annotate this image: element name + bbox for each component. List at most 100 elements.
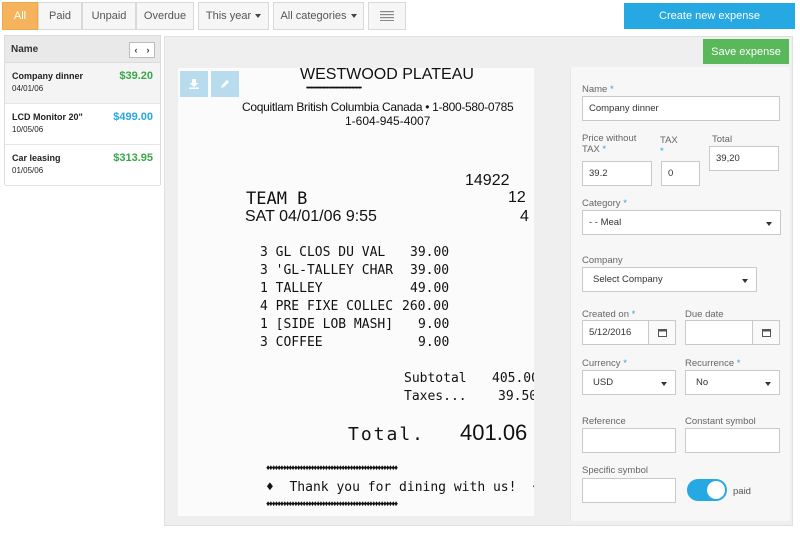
tab-all[interactable]: All	[2, 2, 38, 30]
recurrence-label: Recurrence *	[685, 358, 741, 369]
tab-paid[interactable]: Paid	[38, 2, 82, 30]
list-item-date: 04/01/06	[12, 84, 44, 93]
receipt-item-desc: 3 'GL-TALLEY CHAR	[260, 263, 394, 278]
tax-field[interactable]: 0	[661, 161, 700, 186]
download-icon	[189, 79, 199, 89]
edit-button[interactable]	[211, 71, 239, 97]
name-label: Name *	[582, 84, 614, 95]
paid-toggle[interactable]	[687, 479, 727, 501]
calendar-icon	[657, 329, 667, 337]
specific-symbol-field[interactable]	[582, 478, 676, 503]
calendar-button[interactable]	[648, 321, 675, 344]
chevron-right-icon[interactable]: ›	[147, 45, 150, 55]
chevron-down-icon	[350, 14, 357, 18]
category-dropdown[interactable]: All categories	[273, 2, 364, 30]
list-header: Name ‹ ›	[5, 36, 160, 63]
receipt-divider: ♦♦♦♦♦♦♦♦♦♦♦♦♦♦♦♦♦♦♦♦♦♦♦♦♦♦♦♦♦♦♦♦♦♦♦♦♦♦♦♦…	[266, 499, 398, 508]
receipt-subtotal: 405.00	[492, 371, 534, 386]
receipt-divider: ♦♦♦♦♦♦♦♦♦♦♦♦♦♦♦♦♦♦♦♦♦♦♦♦♦♦♦♦♦♦♦♦♦♦♦♦♦♦♦♦…	[266, 463, 398, 472]
chevron-down-icon	[742, 279, 748, 283]
tax-label: TAX *	[660, 135, 678, 157]
receipt-item-desc: 3 COFFEE	[260, 335, 323, 350]
category-label: Category *	[582, 198, 627, 209]
list-item-name: Car leasing	[12, 153, 61, 163]
calendar-icon	[761, 329, 771, 337]
receipt-taxes-label: Taxes...	[404, 389, 467, 404]
list-header-label: Name	[11, 44, 39, 55]
constant-symbol-field[interactable]	[685, 428, 780, 453]
chevron-down-icon	[766, 222, 772, 226]
list-item-date: 10/05/06	[12, 125, 44, 134]
create-expense-button[interactable]: Create new expense	[624, 3, 795, 29]
category-select[interactable]: - - Meal	[582, 210, 781, 235]
list-item-date: 01/05/06	[12, 166, 44, 175]
total-field[interactable]: 39,20	[709, 146, 779, 171]
receipt-item-desc: 1 [SIDE LOB MASH]	[260, 317, 394, 332]
list-item-amount: $499.00	[113, 111, 153, 123]
created-on-value: 5/12/2016	[589, 327, 632, 338]
columns-toggle-button[interactable]	[368, 2, 406, 30]
chevron-down-icon	[255, 14, 262, 18]
chevron-down-icon	[765, 382, 771, 386]
receipt-item-desc: 1 TALLEY	[260, 281, 323, 296]
download-button[interactable]	[180, 71, 208, 97]
price-field[interactable]: 39.2	[582, 161, 652, 186]
constant-symbol-label: Constant symbol	[685, 416, 756, 427]
due-date-field[interactable]	[685, 320, 780, 345]
category-value: - - Meal	[589, 217, 622, 228]
created-on-field[interactable]: 5/12/2016	[582, 320, 676, 345]
receipt-item-desc: 4 PRE FIXE COLLEC	[260, 299, 394, 314]
toggle-knob	[707, 481, 725, 499]
company-select[interactable]: Select Company	[582, 267, 757, 292]
currency-select[interactable]: USD	[582, 370, 676, 395]
receipt-thanks: ♦ Thank you for dining with us! ♦	[266, 480, 534, 495]
receipt-phone: 1-604-945-4007	[345, 114, 431, 128]
receipt-check-number: 14922	[465, 172, 510, 189]
reference-field[interactable]	[582, 428, 676, 453]
filter-toolbar: All Paid Unpaid Overdue This year All ca…	[0, 0, 800, 35]
currency-value: USD	[593, 377, 614, 388]
receipt-total-label: Total.	[348, 424, 426, 445]
receipt-business-name: WESTWOOD PLATEAU	[300, 68, 474, 83]
due-date-label: Due date	[685, 309, 724, 320]
price-label: Price without TAX *	[582, 133, 637, 155]
tab-overdue[interactable]: Overdue	[136, 2, 194, 30]
currency-label: Currency *	[582, 358, 627, 369]
receipt-item-desc: 3 GL CLOS DU VAL	[260, 245, 386, 260]
receipt-item-price: 9.00	[418, 335, 450, 350]
total-label: Total	[712, 134, 733, 145]
created-on-label: Created on *	[582, 309, 636, 320]
pencil-icon	[221, 80, 229, 88]
calendar-button[interactable]	[752, 321, 779, 344]
receipt-image: WESTWOOD PLATEAU •••••••••••••••••••••••…	[178, 68, 534, 516]
list-item-name: Company dinner	[12, 71, 84, 81]
list-item[interactable]: LCD Monitor 20" 10/05/06 $499.00	[5, 104, 160, 145]
receipt-item-price: 39.00	[410, 245, 450, 260]
list-item-amount: $39.20	[119, 70, 153, 82]
save-expense-button[interactable]: Save expense	[703, 39, 789, 64]
chevron-down-icon	[661, 382, 667, 386]
tab-unpaid[interactable]: Unpaid	[82, 2, 136, 30]
receipt-item-price: 39.00	[410, 263, 450, 278]
column-pager[interactable]: ‹ ›	[129, 42, 155, 58]
receipt-team: TEAM B	[246, 189, 308, 209]
category-label: All categories	[280, 10, 347, 22]
list-item[interactable]: Car leasing 01/05/06 $313.95	[5, 145, 160, 186]
list-item[interactable]: Company dinner 04/01/06 $39.20	[5, 63, 160, 104]
receipt-divider: ••••••••••••••••••••••••••••••••••••••	[306, 85, 362, 92]
recurrence-value: No	[696, 377, 709, 388]
name-field[interactable]: Company dinner	[582, 96, 780, 121]
company-label: Company	[582, 255, 623, 266]
expense-list: Name ‹ › Company dinner 04/01/06 $39.20 …	[4, 35, 161, 186]
recurrence-select[interactable]: No	[685, 370, 780, 395]
list-item-name: LCD Monitor 20"	[12, 112, 83, 122]
list-item-amount: $313.95	[113, 152, 153, 164]
receipt-datetime: SAT 04/01/06 9:55	[245, 208, 377, 225]
receipt-item-price: 260.00	[402, 299, 449, 314]
paid-label: paid	[733, 486, 751, 497]
receipt-item-price: 9.00	[418, 317, 450, 332]
period-dropdown[interactable]: This year	[198, 2, 269, 30]
period-label: This year	[205, 10, 252, 22]
specific-symbol-label: Specific symbol	[582, 465, 648, 476]
chevron-left-icon[interactable]: ‹	[135, 45, 138, 55]
